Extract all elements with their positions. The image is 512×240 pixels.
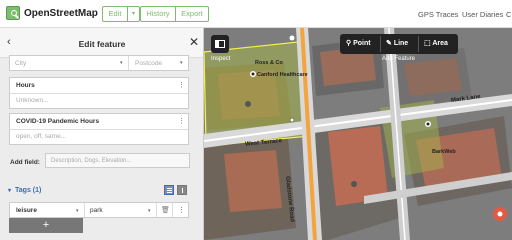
hours-input[interactable]: Unknown... (16, 97, 49, 104)
map-render (204, 28, 512, 240)
brand-title[interactable]: OpenStreetMap (24, 8, 98, 19)
covid-more-icon[interactable]: ⋮ (178, 117, 185, 125)
city-dropdown-icon[interactable]: ▾ (120, 60, 123, 66)
poi-label[interactable]: Canford Healthcare (257, 72, 308, 78)
edit-dropdown-button[interactable]: ▾ (127, 6, 140, 22)
add-field-placeholder: Description, Dogs, Elevation... (51, 158, 132, 164)
add-tag-button[interactable]: + (9, 218, 83, 233)
openstreetmap-logo-icon[interactable] (6, 6, 20, 20)
pencil-icon: ✎ (386, 40, 394, 47)
covid-hours-label: COVID-19 Pandemic Hours (16, 118, 100, 125)
sidebar-header: ‹ Edit feature ✕ (0, 28, 203, 58)
add-line-button[interactable]: ✎ Line (386, 34, 408, 54)
list-view-icon[interactable] (164, 185, 174, 195)
poi-label[interactable]: Ross & Co (255, 60, 283, 66)
tag-key-dropdown-icon[interactable]: ▾ (76, 208, 79, 214)
add-point-button[interactable]: ⚲ Point (346, 34, 371, 54)
poi-label[interactable]: BarkWeb (432, 149, 456, 155)
tag-key-input[interactable]: leisure (16, 207, 37, 214)
add-field-combobox[interactable]: Description, Dogs, Elevation... (45, 153, 190, 168)
address-field: City ▾ Postcode ▾ (9, 55, 189, 71)
user-diaries-link[interactable]: User Diaries (462, 10, 503, 19)
close-icon[interactable]: ✕ (189, 35, 199, 49)
covid-hours-input[interactable]: open, off, same... (16, 133, 66, 140)
hours-more-icon[interactable]: ⋮ (178, 81, 185, 89)
postcode-input[interactable]: Postcode (135, 60, 162, 67)
tags-heading: Tags (1) (15, 187, 42, 194)
city-input[interactable]: City (15, 60, 26, 67)
truncated-nav-link[interactable]: C (506, 10, 511, 19)
feature-editor-sidebar: ‹ Edit feature ✕ City ▾ Postcode ▾ Hours… (0, 28, 204, 240)
history-button[interactable]: History (140, 6, 176, 22)
sidebar-title: Edit feature (78, 39, 126, 49)
tag-more-icon[interactable]: ⋮ (178, 206, 185, 214)
gps-traces-link[interactable]: GPS Traces (418, 10, 458, 19)
add-feature-label: Add Feature (382, 56, 416, 62)
hours-field: Hours ⋮ Unknown... (9, 77, 189, 109)
tag-value-dropdown-icon[interactable]: ▾ (148, 208, 151, 214)
tags-section-toggle[interactable]: ▾ Tags (1) (8, 187, 41, 194)
map-canvas[interactable] (204, 28, 512, 240)
tag-row: leisure ▾ park ▾ 🗑 ⋮ (9, 202, 189, 218)
text-view-icon[interactable] (177, 185, 187, 195)
export-button[interactable]: Export (175, 6, 209, 22)
trash-icon[interactable]: 🗑 (161, 206, 170, 214)
top-header: OpenStreetMap Edit ▾ History Export GPS … (0, 0, 512, 28)
add-feature-toolbar: ⚲ Point ✎ Line ⬚ Area (340, 34, 458, 54)
tag-value-input[interactable]: park (90, 207, 103, 214)
hours-label: Hours (16, 82, 35, 89)
add-field-label: Add field: (10, 159, 40, 166)
sidebar-toggle-icon (215, 40, 225, 48)
postcode-dropdown-icon[interactable]: ▾ (180, 60, 183, 66)
covid-hours-field: COVID-19 Pandemic Hours ⋮ open, off, sam… (9, 113, 189, 145)
inspect-label: Inspect (211, 56, 231, 62)
inspect-button[interactable] (211, 35, 229, 53)
chevron-down-icon: ▾ (8, 188, 12, 194)
edit-button[interactable]: Edit (102, 6, 128, 22)
add-area-button[interactable]: ⬚ Area (424, 34, 448, 54)
